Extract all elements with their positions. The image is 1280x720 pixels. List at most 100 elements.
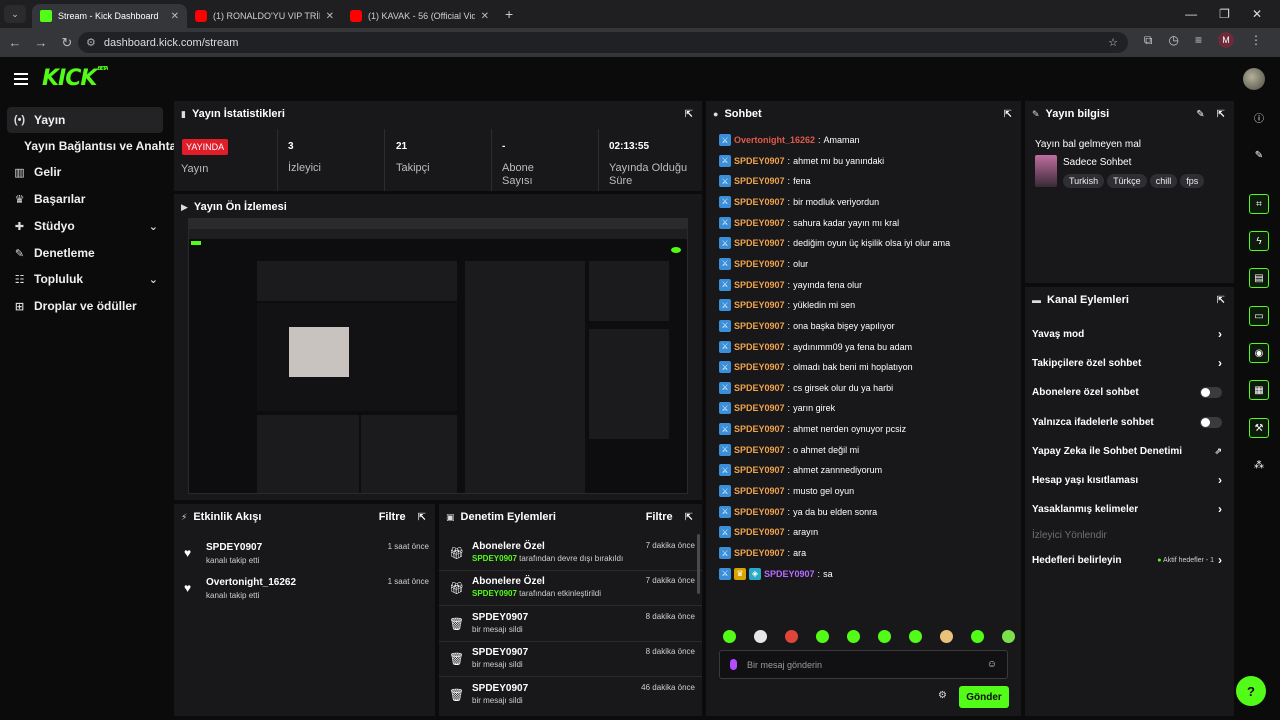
chat-username[interactable]: Overtonight_16262 [734,135,815,145]
sidebar-item-basarilar[interactable]: ♛ Başarılar [7,186,163,212]
chat-username[interactable]: SPDEY0907 [734,424,785,434]
menu-kebab-icon[interactable]: ⋮ [1250,33,1262,47]
moderation-actor[interactable]: SPDEY0907 [472,554,517,563]
chat-username[interactable]: SPDEY0907 [734,280,785,290]
emote-icon[interactable] [971,630,984,643]
moderation-action[interactable]: SPDEY0907 [472,647,528,658]
chat-username[interactable]: SPDEY0907 [734,197,785,207]
chat-username[interactable]: SPDEY0907 [734,486,785,496]
sidebar-item-droplar[interactable]: ⊞ Droplar ve ödüller [7,293,163,319]
hamburger-icon[interactable] [14,70,28,88]
layout-icon[interactable]: ▦ [1249,380,1269,400]
filter-button[interactable]: Filtre [379,511,406,523]
chat-username[interactable]: SPDEY0907 [734,383,785,393]
sidebar-subitem-stream-key[interactable]: Yayın Bağlantısı ve Anahtarı [24,139,184,153]
url-field[interactable]: ⚙ dashboard.kick.com/stream ☆ [78,32,1128,53]
chat-username[interactable]: SPDEY0907 [734,342,785,352]
popout-icon[interactable]: ⇱ [1217,295,1225,306]
chat-username[interactable]: SPDEY0907 [734,300,785,310]
stream-preview-video[interactable] [188,218,688,494]
user-avatar[interactable] [1243,68,1265,90]
subscribers-only-toggle[interactable] [1200,386,1222,398]
info-icon[interactable]: ⓘ [1249,107,1269,127]
chat-username[interactable]: SPDEY0907 [734,403,785,413]
chat-username[interactable]: SPDEY0907 [734,218,785,228]
close-window-icon[interactable]: ✕ [1252,7,1262,21]
popout-icon[interactable]: ⇱ [1004,109,1012,120]
microphone-icon[interactable] [730,659,737,670]
kick-logo[interactable]: KICKBETA [42,66,109,91]
gear-icon[interactable]: ⚙ [938,690,947,701]
close-icon[interactable]: ✕ [171,11,179,22]
extensions-icon[interactable]: ⧉ [1144,33,1153,48]
profile-avatar[interactable]: M [1218,32,1234,48]
close-icon[interactable]: ✕ [326,11,334,22]
chat-username[interactable]: SPDEY0907 [734,238,785,248]
sidebar-item-yayin[interactable]: (•) Yayın [7,107,163,133]
bolt-icon[interactable]: ϟ [1249,231,1269,251]
tab-search-button[interactable]: ⌄ [4,5,26,23]
moderation-action[interactable]: SPDEY0907 [472,612,528,623]
chat-username[interactable]: SPDEY0907 [734,362,785,372]
send-button[interactable]: Gönder [959,686,1009,708]
minimize-icon[interactable]: — [1185,7,1197,21]
chat-bubble-icon[interactable]: ▭ [1249,306,1269,326]
queue-icon[interactable]: ≡ [1195,33,1202,47]
activity-user[interactable]: SPDEY0907 [206,542,262,553]
popout-icon[interactable]: ⇱ [1217,109,1225,120]
goals-row[interactable]: Hedefleri belirleyin ● Aktif hedefler - … [1032,549,1222,571]
chat-username[interactable]: SPDEY0907 [734,321,785,331]
screenshot-icon[interactable]: ⌗ [1249,194,1269,214]
chat-username[interactable]: SPDEY0907 [734,156,785,166]
chat-input[interactable]: Bir mesaj gönderin ☺ [719,650,1008,679]
emote-icon[interactable] [1002,630,1015,643]
sidebar-item-topluluk[interactable]: ☷ Topluluk ⌄ [7,266,163,292]
moderation-action[interactable]: SPDEY0907 [472,683,528,694]
chat-username[interactable]: SPDEY0907 [734,465,785,475]
browser-tab-kick[interactable]: Stream - Kick Dashboard ✕ [32,4,187,28]
site-info-icon[interactable]: ⚙ [86,36,96,49]
chat-username[interactable]: SPDEY0907 [734,507,785,517]
pencil-icon[interactable]: ✎ [1249,145,1269,165]
help-chat-button[interactable]: ? [1236,676,1266,706]
slow-mode-row[interactable]: Yavaş mod › [1032,323,1222,345]
popout-icon[interactable]: ⇱ [685,109,693,120]
edit-icon[interactable]: ✎ [1196,109,1204,120]
emote-only-toggle[interactable] [1200,416,1222,428]
followers-only-row[interactable]: Takipçilere özel sohbet › [1032,352,1222,374]
sidebar-item-gelir[interactable]: ▥ Gelir [7,159,163,185]
reload-icon[interactable]: ↻ [54,35,80,51]
bookmark-star-icon[interactable]: ☆ [1108,36,1118,49]
chat-username[interactable]: SPDEY0907 [734,527,785,537]
clipboard-icon[interactable]: ▤ [1249,268,1269,288]
scrollbar[interactable] [697,534,700,594]
account-age-row[interactable]: Hesap yaşı kısıtlaması › [1032,469,1222,491]
chat-username[interactable]: SPDEY0907 [734,445,785,455]
emote-icon[interactable] [816,630,829,643]
chat-username[interactable]: SPDEY0907 [734,176,785,186]
ai-moderation-row[interactable]: Yapay Zeka ile Sohbet Denetimi ⇗ [1032,440,1222,462]
emote-icon[interactable] [909,630,922,643]
browser-tab-youtube-2[interactable]: (1) KAVAK - 56 (Official Vid… ✕ [342,4,497,28]
sidebar-item-denetleme[interactable]: ✎ Denetleme [7,240,163,266]
restore-icon[interactable]: ❐ [1219,7,1230,21]
moderation-actor[interactable]: SPDEY0907 [472,589,517,598]
chat-username[interactable]: SPDEY0907 [764,569,815,579]
popout-icon[interactable]: ⇱ [418,512,426,523]
history-icon[interactable]: ◷ [1169,33,1179,47]
filter-button[interactable]: Filtre [646,511,673,523]
wrench-icon[interactable]: ⚒ [1249,418,1269,438]
emote-icon[interactable] [878,630,891,643]
nodes-icon[interactable]: ⁂ [1249,455,1269,475]
popout-icon[interactable]: ⇱ [685,512,693,523]
broadcast-signal-icon[interactable]: ◉ [1249,343,1269,363]
browser-tab-youtube-1[interactable]: (1) RONALDO'YU VIP TRİBÜNDE ✕ [187,4,342,28]
emote-icon[interactable] [785,630,798,643]
activity-user[interactable]: Overtonight_16262 [206,577,296,588]
sidebar-item-studyo[interactable]: ✚ Stüdyo ⌄ [7,213,163,239]
back-icon[interactable]: ← [2,35,28,50]
new-tab-icon[interactable]: + [505,6,513,22]
forward-icon[interactable]: → [28,35,54,50]
emote-icon[interactable] [754,630,767,643]
emote-icon[interactable] [847,630,860,643]
